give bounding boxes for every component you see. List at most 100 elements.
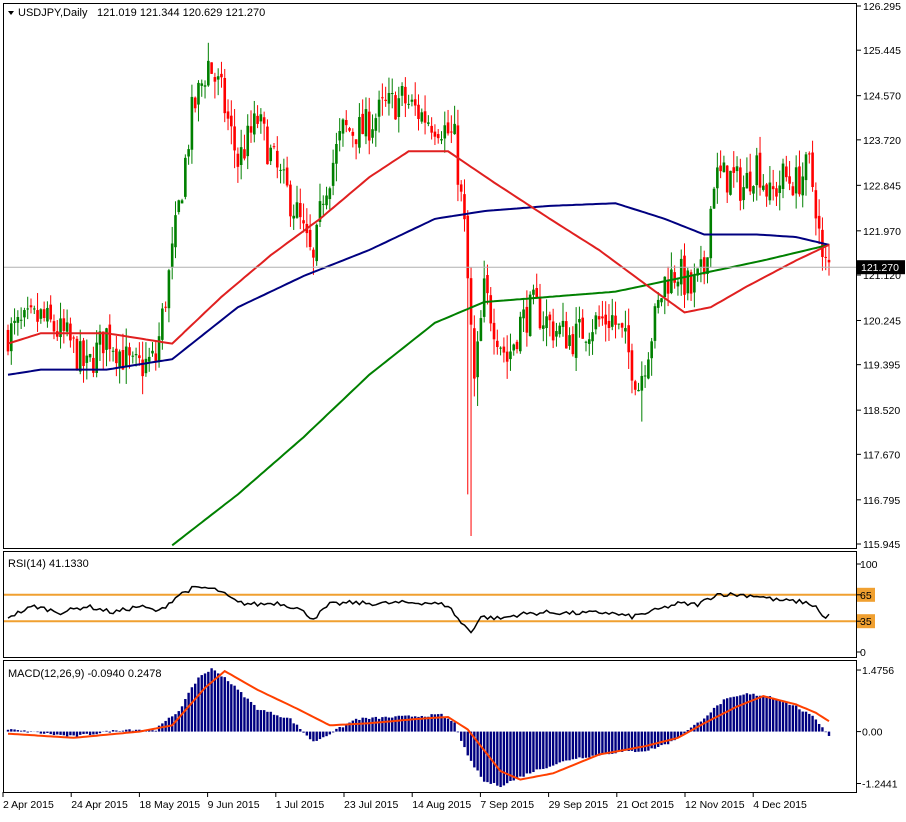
candle-body [601,316,604,319]
candle-body [354,139,358,145]
candle-body [463,194,466,220]
rsi-tick-label: 0 [860,647,866,659]
candle-body [243,149,246,159]
candle-body [663,276,667,298]
candle-body [384,99,387,102]
candle-body [164,306,167,308]
candle-body [781,163,785,189]
rsi-tick-label: 35 [860,616,872,628]
candle-body [72,337,75,339]
candle-body [295,202,299,218]
candle-body [620,323,624,328]
candle-body [26,308,30,310]
candle-body [85,355,89,363]
candle-body [289,184,292,217]
candle-body [433,131,437,137]
candle-body [725,165,729,193]
price-tick-label: 121.970 [863,226,901,238]
candle-body [430,125,433,133]
candle-body [111,350,115,352]
candle [315,223,318,266]
candle-body [381,97,384,99]
candle-body [541,325,545,329]
candle-body [558,325,562,335]
candle-body [154,353,158,362]
candle-body [269,147,273,162]
date-tick-label: 7 Sep 2015 [480,799,534,811]
candle-body [712,188,716,209]
candle-body [427,122,430,124]
candle-body [607,320,611,328]
candle-body [65,322,69,332]
candle-body [413,99,417,106]
candle [210,62,213,74]
candle-body [262,117,266,124]
candle-body [223,78,227,114]
candle-body [101,331,105,354]
candle-body [676,281,680,287]
candle-body [141,359,144,377]
candle-body [410,99,414,102]
candle-body [617,323,621,325]
candle-body [735,166,739,172]
candle [729,170,732,196]
candle-body [473,328,476,379]
candle-body [719,165,722,172]
candle-body [151,350,154,354]
candle-body [778,185,782,193]
candle-body [568,335,571,346]
candle-body [522,309,525,319]
candle-body [614,315,617,325]
candle-body [525,306,529,333]
date-tick-label: 1 Jul 2015 [276,799,325,811]
candle-body [239,147,243,166]
date-tick-label: 2 Apr 2015 [3,799,54,811]
candle-body [610,315,614,327]
macd-tick-label: 0.00 [862,727,883,739]
candle-body [509,351,512,360]
candle-body [755,155,759,186]
candle-body [745,172,749,189]
price-tick-label: 124.570 [863,91,901,103]
candle-body [404,86,407,104]
candle-body [765,184,768,197]
candle-body [325,195,328,206]
date-tick-label: 24 Apr 2015 [71,799,128,811]
candle-body [466,215,470,279]
candle-body [390,93,394,95]
candle-body [364,109,368,137]
candle-body [184,157,187,197]
candle-body [732,167,736,173]
candle-body [446,122,450,134]
candle-body [581,317,584,339]
candle-body [308,229,312,247]
candle-body [69,323,72,341]
candle-body [16,317,20,323]
candle-body [693,275,696,293]
candle-body [344,120,348,126]
candle-body [52,321,56,332]
candle-body [92,357,95,373]
candle-body [78,341,82,372]
candle-body [496,340,499,348]
candle-body [118,351,121,367]
candle-body [328,188,332,200]
candle-body [226,111,230,119]
candle-body [144,358,148,374]
candle-body [482,278,486,317]
candle-body [59,318,62,338]
rsi-tick-label: 100 [860,559,878,571]
candle-body [338,131,341,141]
candle-body [131,355,135,357]
price-tick-label: 120.245 [863,315,901,327]
candle-body [275,150,279,168]
candle-body [801,176,805,196]
candle-body [233,126,236,151]
candle-body [105,328,108,350]
candle-body [502,346,506,353]
candle [712,186,716,210]
candle-body [647,359,650,379]
macd-tick-label: 1.4756 [862,665,894,677]
candle-body [824,256,828,258]
candle-body [13,320,16,323]
